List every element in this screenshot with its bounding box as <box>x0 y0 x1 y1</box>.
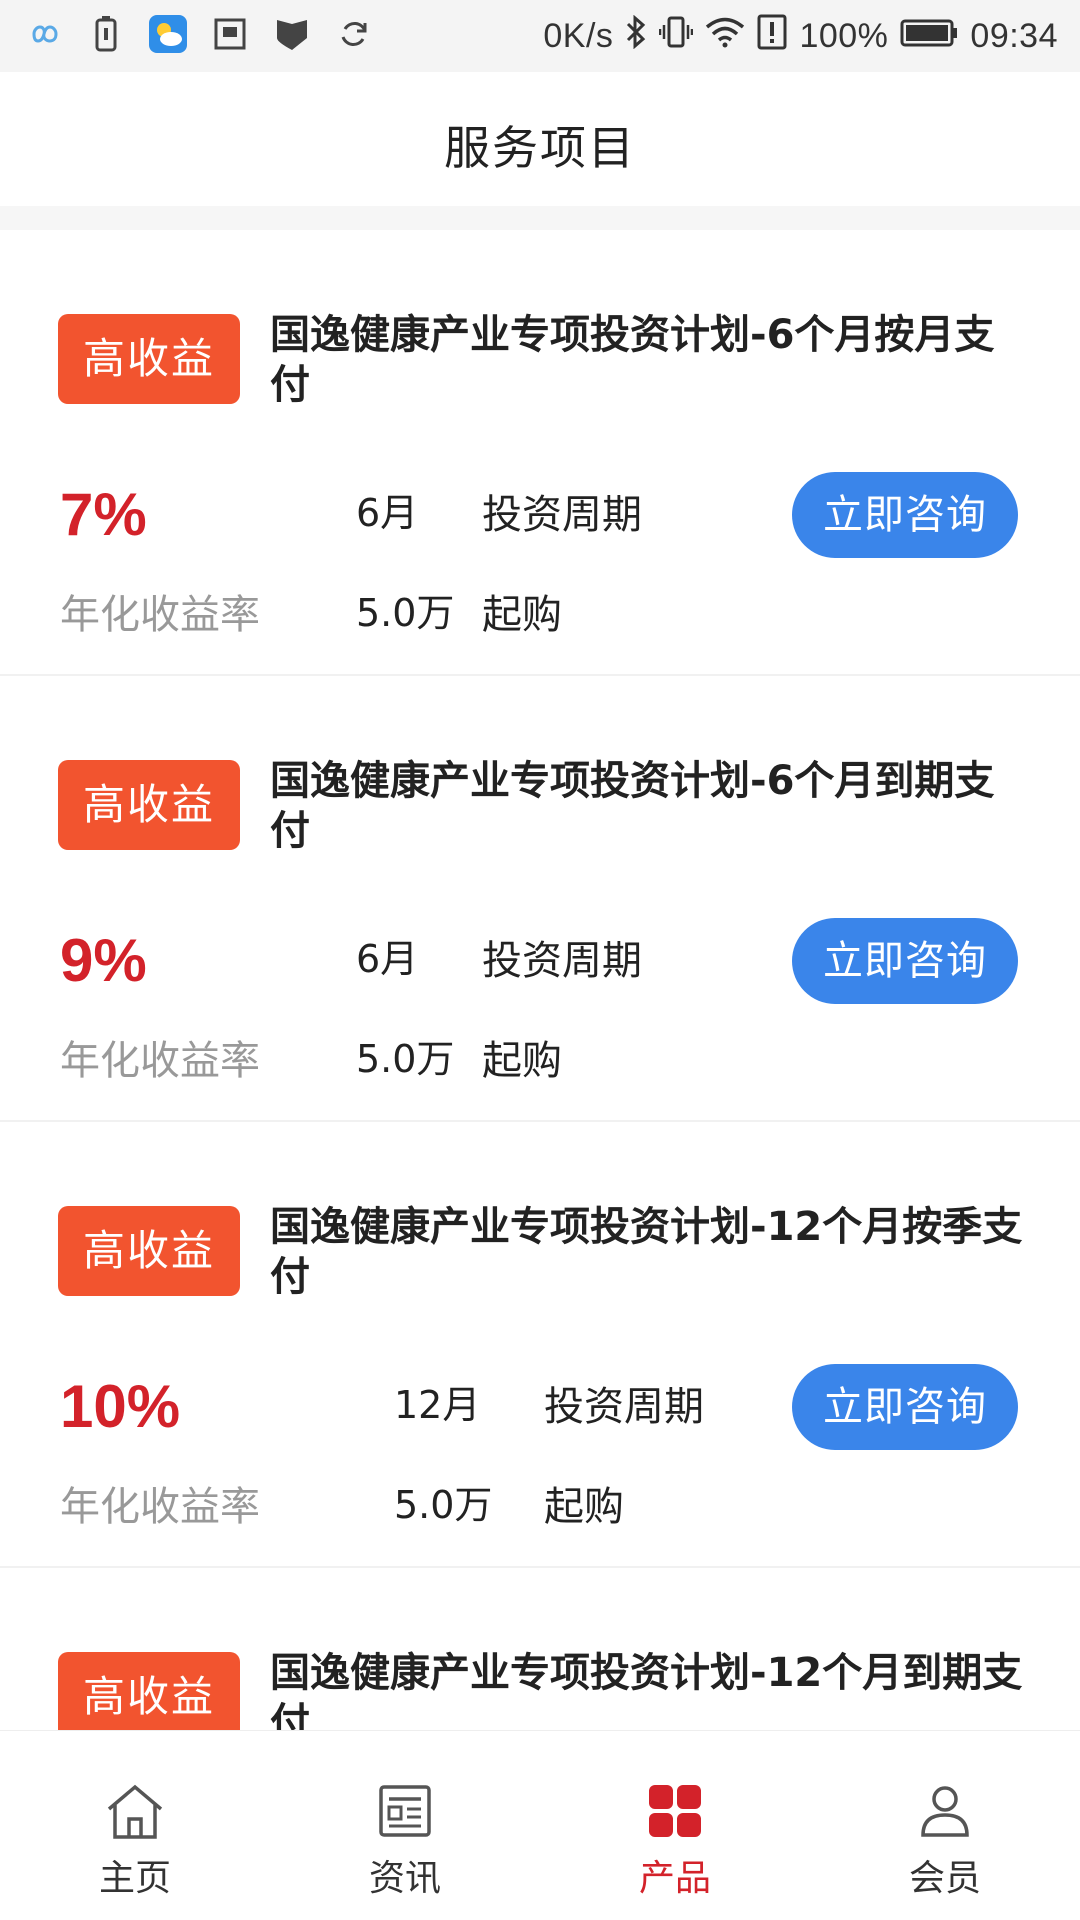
battery-icon <box>900 17 958 55</box>
consult-button[interactable]: 立即咨询 <box>792 918 1018 1004</box>
net-speed: 0K/s <box>543 16 614 55</box>
period-value: 6月 <box>356 937 419 981</box>
period-value: 6月 <box>356 491 419 535</box>
news-icon <box>373 1779 437 1843</box>
annual-rate: 7% <box>60 481 147 548</box>
product-title[interactable]: 国逸健康产业专项投资计划-12个月到期支付 <box>270 1648 1030 1730</box>
wifi-icon <box>705 16 745 56</box>
high-yield-badge: 高收益 <box>58 1206 240 1296</box>
products-grid-icon <box>643 1779 707 1843</box>
tab-label: 主页 <box>98 1858 171 1899</box>
min-purchase-value: 5.0万 <box>356 591 455 635</box>
product-card[interactable]: 高收益 国逸健康产业专项投资计划-6个月按月支付 7% 年化收益率 6月 投资周… <box>0 230 1080 676</box>
screenshot-icon <box>210 14 250 54</box>
page-header: 服务项目 <box>0 72 1080 230</box>
min-purchase-label: 起购 <box>482 1038 562 1084</box>
product-list[interactable]: 高收益 国逸健康产业专项投资计划-6个月按月支付 7% 年化收益率 6月 投资周… <box>0 230 1080 1730</box>
min-purchase-value: 5.0万 <box>394 1483 493 1527</box>
shield-icon <box>272 14 312 54</box>
period-value: 12月 <box>394 1383 481 1427</box>
infinity-app-icon <box>24 14 64 54</box>
clock: 09:34 <box>970 16 1058 55</box>
tab-products[interactable]: 产品 <box>540 1731 810 1920</box>
period-label: 投资周期 <box>544 1384 704 1430</box>
high-yield-badge: 高收益 <box>58 760 240 850</box>
min-purchase-label: 起购 <box>544 1484 624 1530</box>
tab-label: 资讯 <box>368 1858 441 1899</box>
product-title[interactable]: 国逸健康产业专项投资计划-6个月到期支付 <box>270 756 1030 856</box>
consult-button[interactable]: 立即咨询 <box>792 1364 1018 1450</box>
product-card[interactable]: 高收益 国逸健康产业专项投资计划-12个月按季支付 10% 年化收益率 12月 … <box>0 1122 1080 1568</box>
annual-rate-label: 年化收益率 <box>60 592 260 638</box>
annual-rate-label: 年化收益率 <box>60 1484 260 1530</box>
min-purchase-value: 5.0万 <box>356 1037 455 1081</box>
product-title[interactable]: 国逸健康产业专项投资计划-12个月按季支付 <box>270 1202 1030 1302</box>
annual-rate: 9% <box>60 927 147 994</box>
tab-label: 会员 <box>908 1858 981 1899</box>
status-bar: 0K/s 100% 09:34 <box>0 0 1080 72</box>
vibrate-icon <box>659 15 694 57</box>
annual-rate: 10% <box>60 1373 181 1440</box>
page-title: 服务项目 <box>444 121 636 175</box>
high-yield-badge: 高收益 <box>58 1652 240 1730</box>
bluetooth-icon <box>625 14 647 57</box>
product-card[interactable]: 高收益 国逸健康产业专项投资计划-6个月到期支付 9% 年化收益率 6月 投资周… <box>0 676 1080 1122</box>
tab-home[interactable]: 主页 <box>0 1731 270 1920</box>
high-yield-badge: 高收益 <box>58 314 240 404</box>
product-title[interactable]: 国逸健康产业专项投资计划-6个月按月支付 <box>270 310 1030 410</box>
period-label: 投资周期 <box>482 492 642 538</box>
home-icon <box>103 1779 167 1843</box>
min-purchase-label: 起购 <box>482 592 562 638</box>
weather-app-icon <box>148 14 188 54</box>
battery-percent: 100% <box>799 16 889 55</box>
sync-icon <box>334 14 374 54</box>
alert-icon <box>757 14 787 58</box>
consult-button[interactable]: 立即咨询 <box>792 472 1018 558</box>
tab-member[interactable]: 会员 <box>810 1731 1080 1920</box>
battery-saver-icon <box>86 14 126 54</box>
user-icon <box>913 1779 977 1843</box>
annual-rate-label: 年化收益率 <box>60 1038 260 1084</box>
product-card[interactable]: 高收益 国逸健康产业专项投资计划-12个月到期支付 <box>0 1568 1080 1730</box>
bottom-tab-bar: 主页 资讯 产品 会员 <box>0 1730 1080 1920</box>
tab-news[interactable]: 资讯 <box>270 1731 540 1920</box>
period-label: 投资周期 <box>482 938 642 984</box>
tab-label: 产品 <box>638 1858 711 1899</box>
